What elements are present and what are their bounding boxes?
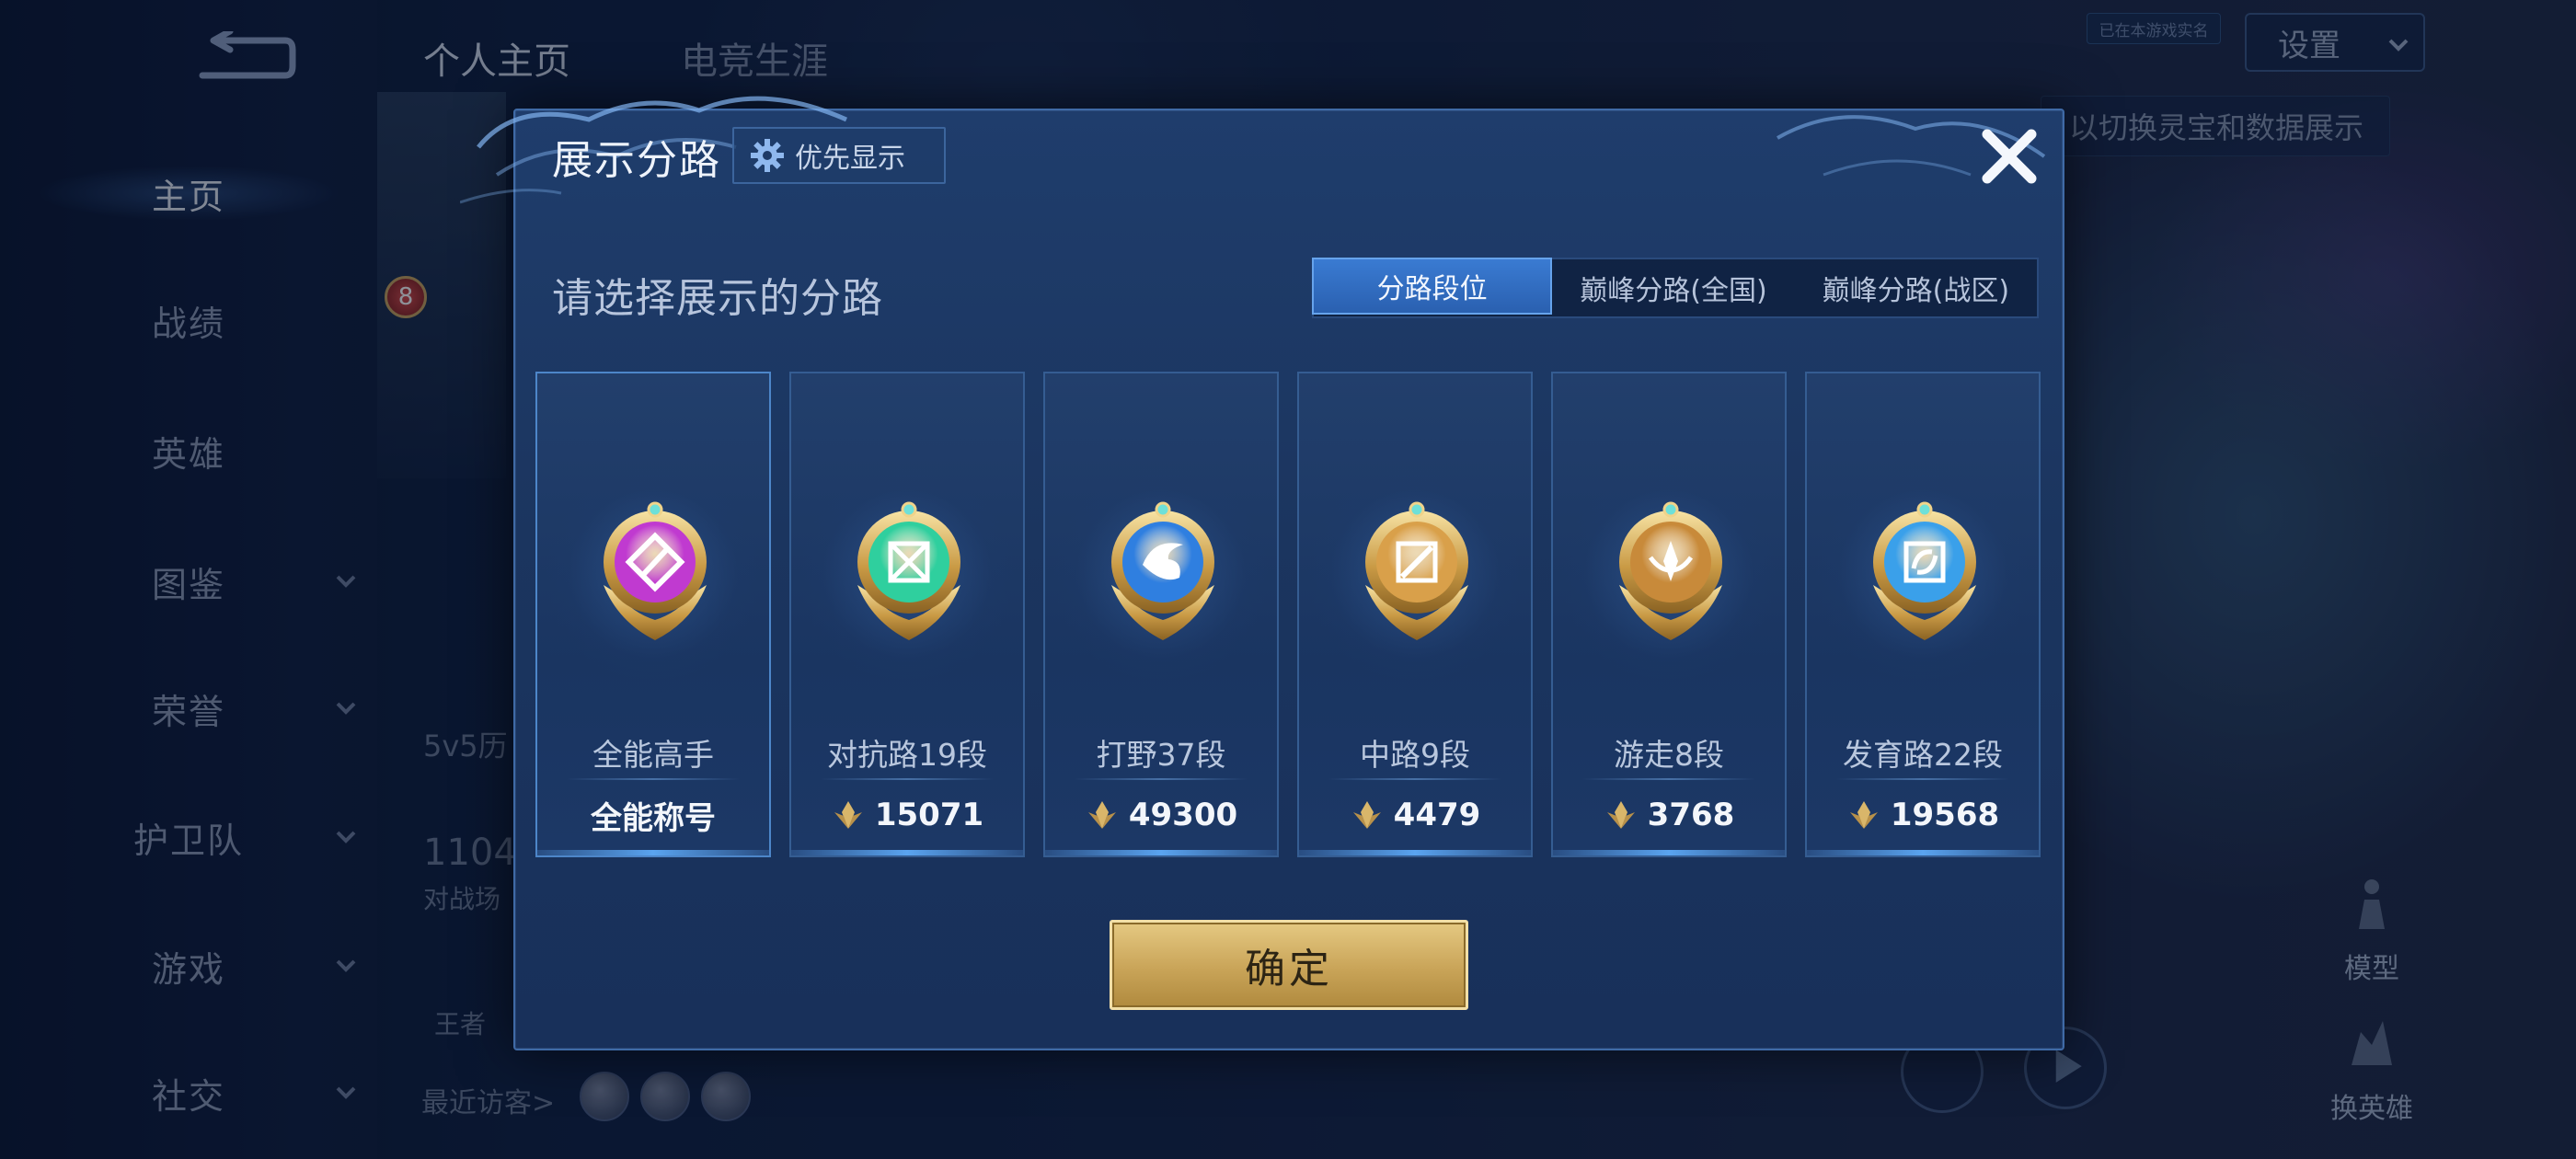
lane-rank-label: 对抗路19段 [827,737,987,773]
lane-card-roam[interactable]: 游走8段 3768 [1551,372,1787,857]
clash-medal-icon [845,493,973,649]
lane-value-text: 19568 [1890,797,2000,833]
close-button[interactable] [1976,123,2042,189]
lane-card-allround[interactable]: 全能高手 全能称号 [535,372,771,857]
allround-medal-icon [591,493,719,649]
lane-value: 全能称号 [537,797,769,837]
roam-medal-icon [1606,493,1735,649]
priority-label: 优先显示 [795,143,905,175]
points-icon [1604,798,1639,832]
confirm-button[interactable]: 确定 [1110,920,1468,1010]
lane-cards: 全能高手 全能称号 对抗路19段 15071 打野37段 49300 中路9段 4479 游走8… [535,372,2044,857]
lane-value-text: 3768 [1647,797,1735,833]
divider [1582,778,1755,780]
divider [1836,778,2009,780]
lane-rank-label: 打野37段 [1096,737,1226,773]
points-icon [1846,798,1881,832]
lane-value-text: 全能称号 [591,799,716,837]
priority-display-button[interactable]: 优先显示 [732,127,946,184]
tab-lane-rank[interactable]: 分路段位 [1312,258,1553,315]
lane-rank-label: 发育路22段 [1843,737,2003,773]
modal-subtitle: 请选择展示的分路 [552,275,883,322]
lane-value-text: 49300 [1128,797,1238,833]
lane-card-farm-lane[interactable]: 发育路22段 19568 [1805,372,2041,857]
points-icon [831,798,866,832]
tab-peak-national[interactable]: 巅峰分路(全国) [1552,259,1794,316]
divider [1328,778,1501,780]
lane-card-clash-lane[interactable]: 对抗路19段 15071 [789,372,1025,857]
lane-rank-label: 游走8段 [1614,737,1724,773]
display-lane-modal: 展示分路 优先显示 请选择展示的分路 分路段位 巅峰分路(全国) 巅峰分路(战区… [460,96,2064,1050]
gear-icon [751,139,784,172]
lane-value: 15071 [791,797,1023,833]
modal-title: 展示分路 [552,137,721,184]
lane-type-tabs: 分路段位 巅峰分路(全国) 巅峰分路(战区) [1312,258,2039,318]
lane-value-text: 15071 [874,797,984,833]
points-icon [1085,798,1120,832]
lane-value: 49300 [1045,797,1277,833]
divider [567,778,740,780]
close-icon [1982,129,2037,184]
lane-value-text: 4479 [1393,797,1481,833]
lane-card-jungle[interactable]: 打野37段 49300 [1043,372,1279,857]
divider [1075,778,1248,780]
farm-medal-icon [1860,493,1989,649]
mid-medal-icon [1352,493,1481,649]
lane-rank-label: 中路9段 [1360,737,1470,773]
lane-rank-label: 全能高手 [592,737,714,773]
points-icon [1350,798,1385,832]
lane-value: 4479 [1299,797,1531,833]
lane-value: 3768 [1553,797,1785,833]
divider [821,778,994,780]
lane-value: 19568 [1807,797,2039,833]
lane-card-mid-lane[interactable]: 中路9段 4479 [1297,372,1533,857]
tab-peak-region[interactable]: 巅峰分路(战区) [1795,259,2037,316]
jungle-medal-icon [1098,493,1227,649]
